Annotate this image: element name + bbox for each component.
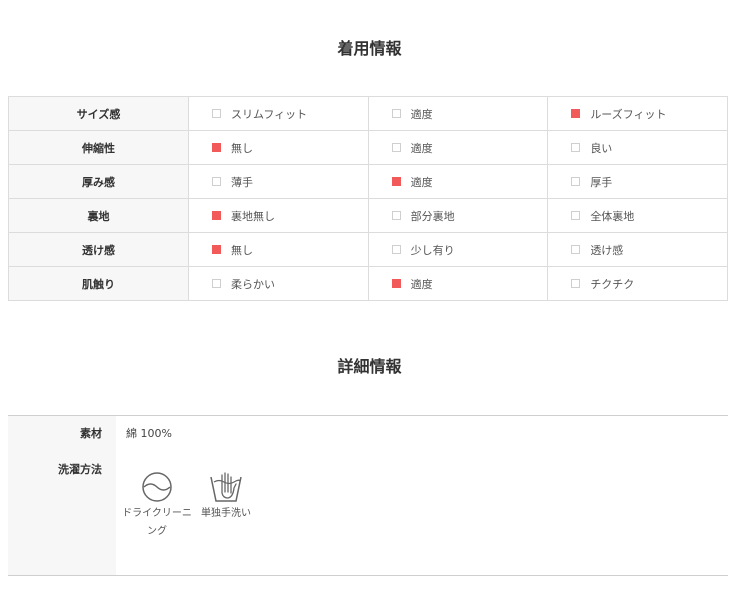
unchecked-box-icon: [571, 143, 581, 152]
fit-option-label: 柔らかい: [231, 277, 275, 291]
detail-info-panel: 素材 洗濯方法 綿 100% ドライクリーニ ング 単独手洗い: [8, 415, 728, 576]
fit-row-label: 肌触り: [8, 266, 189, 301]
fit-option: 適度: [367, 130, 549, 165]
fit-option: 透け感: [547, 232, 728, 267]
fit-info-title: 着用情報: [337, 39, 402, 58]
detail-label-column: 素材 洗濯方法: [8, 416, 116, 575]
wash-method-label: 洗濯方法: [58, 463, 102, 476]
dry-cleaning-text-2: ング: [147, 526, 167, 537]
fit-option: チクチク: [547, 266, 728, 301]
hand-wash-text: 単独手洗い: [201, 508, 251, 519]
fit-option-label: 適度: [410, 141, 433, 155]
fit-option: 薄手: [188, 164, 369, 199]
unchecked-box-icon: [391, 143, 401, 152]
unchecked-box-icon: [391, 109, 401, 118]
fit-option: 良い: [547, 130, 728, 165]
fit-option: 無し: [188, 232, 369, 267]
fit-option-label: 適度: [410, 107, 433, 121]
fit-option: 部分裏地: [367, 198, 549, 233]
fit-option: 適度: [367, 164, 549, 199]
fit-option-label: 全体裏地: [590, 209, 635, 223]
fit-option: 全体裏地: [547, 198, 728, 233]
fit-row-label: 透け感: [8, 232, 189, 267]
hand-wash-icon: [210, 472, 242, 502]
fit-option: 厚手: [547, 164, 728, 199]
material-value: 綿 100%: [126, 427, 172, 440]
fit-option-label: 適度: [410, 175, 433, 189]
unchecked-box-icon: [212, 279, 221, 288]
fit-row: 伸縮性 無し 適度 良い: [8, 130, 728, 165]
fit-option-label: 裏地無し: [231, 209, 275, 223]
fit-option-label: 透け感: [590, 243, 624, 257]
dry-cleaning-icon: [142, 472, 172, 502]
detail-info-title: 詳細情報: [337, 357, 402, 376]
unchecked-box-icon: [571, 177, 581, 186]
checked-box-icon: [391, 177, 401, 186]
dry-cleaning-text-1: ドライクリーニ: [122, 508, 192, 519]
fit-row-label: 伸縮性: [8, 130, 189, 165]
fit-option-label: 良い: [590, 141, 613, 155]
fit-option-label: スリムフィット: [231, 107, 308, 121]
fit-info-table: サイズ感 スリムフィット 適度 ルーズフィット 伸縮性 無し 適度 良い 厚み感 薄手 適度 厚手 裏地…: [8, 96, 728, 301]
fit-option-label: 無し: [231, 243, 253, 257]
wash-item-hand-wash: 単独手洗い: [196, 471, 256, 523]
unchecked-box-icon: [391, 245, 401, 254]
fit-row-label: 裏地: [8, 198, 189, 233]
unchecked-box-icon: [571, 279, 581, 288]
wash-item-dry-cleaning: ドライクリーニ ング: [122, 471, 192, 541]
fit-row: 厚み感 薄手 適度 厚手: [8, 164, 728, 199]
fit-option-label: 少し有り: [410, 243, 455, 257]
fit-option-label: 無し: [231, 141, 253, 155]
checked-box-icon: [212, 143, 221, 152]
fit-option-label: 厚手: [590, 175, 613, 189]
unchecked-box-icon: [571, 211, 581, 220]
checked-box-icon: [212, 245, 221, 254]
unchecked-box-icon: [571, 245, 581, 254]
fit-row-label: 厚み感: [8, 164, 189, 199]
fit-option: 無し: [188, 130, 369, 165]
fit-option: 適度: [367, 96, 549, 131]
fit-row: 透け感 無し 少し有り 透け感: [8, 232, 728, 267]
unchecked-box-icon: [212, 177, 221, 186]
fit-option-label: 部分裏地: [410, 209, 455, 223]
fit-option-label: 適度: [410, 277, 433, 291]
fit-row: 裏地 裏地無し 部分裏地 全体裏地: [8, 198, 728, 233]
checked-box-icon: [571, 109, 581, 118]
fit-option-label: チクチク: [590, 277, 635, 291]
fit-option: ルーズフィット: [547, 96, 728, 131]
fit-option: 裏地無し: [188, 198, 369, 233]
fit-row: サイズ感 スリムフィット 適度 ルーズフィット: [8, 96, 728, 131]
checked-box-icon: [212, 211, 221, 220]
fit-option: 適度: [367, 266, 549, 301]
material-label: 素材: [80, 427, 102, 440]
fit-option-label: ルーズフィット: [590, 107, 667, 121]
checked-box-icon: [391, 279, 401, 288]
unchecked-box-icon: [212, 109, 221, 118]
fit-option-label: 薄手: [231, 175, 253, 189]
fit-row-label: サイズ感: [8, 96, 189, 131]
unchecked-box-icon: [391, 211, 401, 220]
fit-option: 少し有り: [367, 232, 549, 267]
fit-row: 肌触り 柔らかい 適度 チクチク: [8, 266, 728, 301]
fit-option: 柔らかい: [188, 266, 369, 301]
fit-option: スリムフィット: [188, 96, 369, 131]
